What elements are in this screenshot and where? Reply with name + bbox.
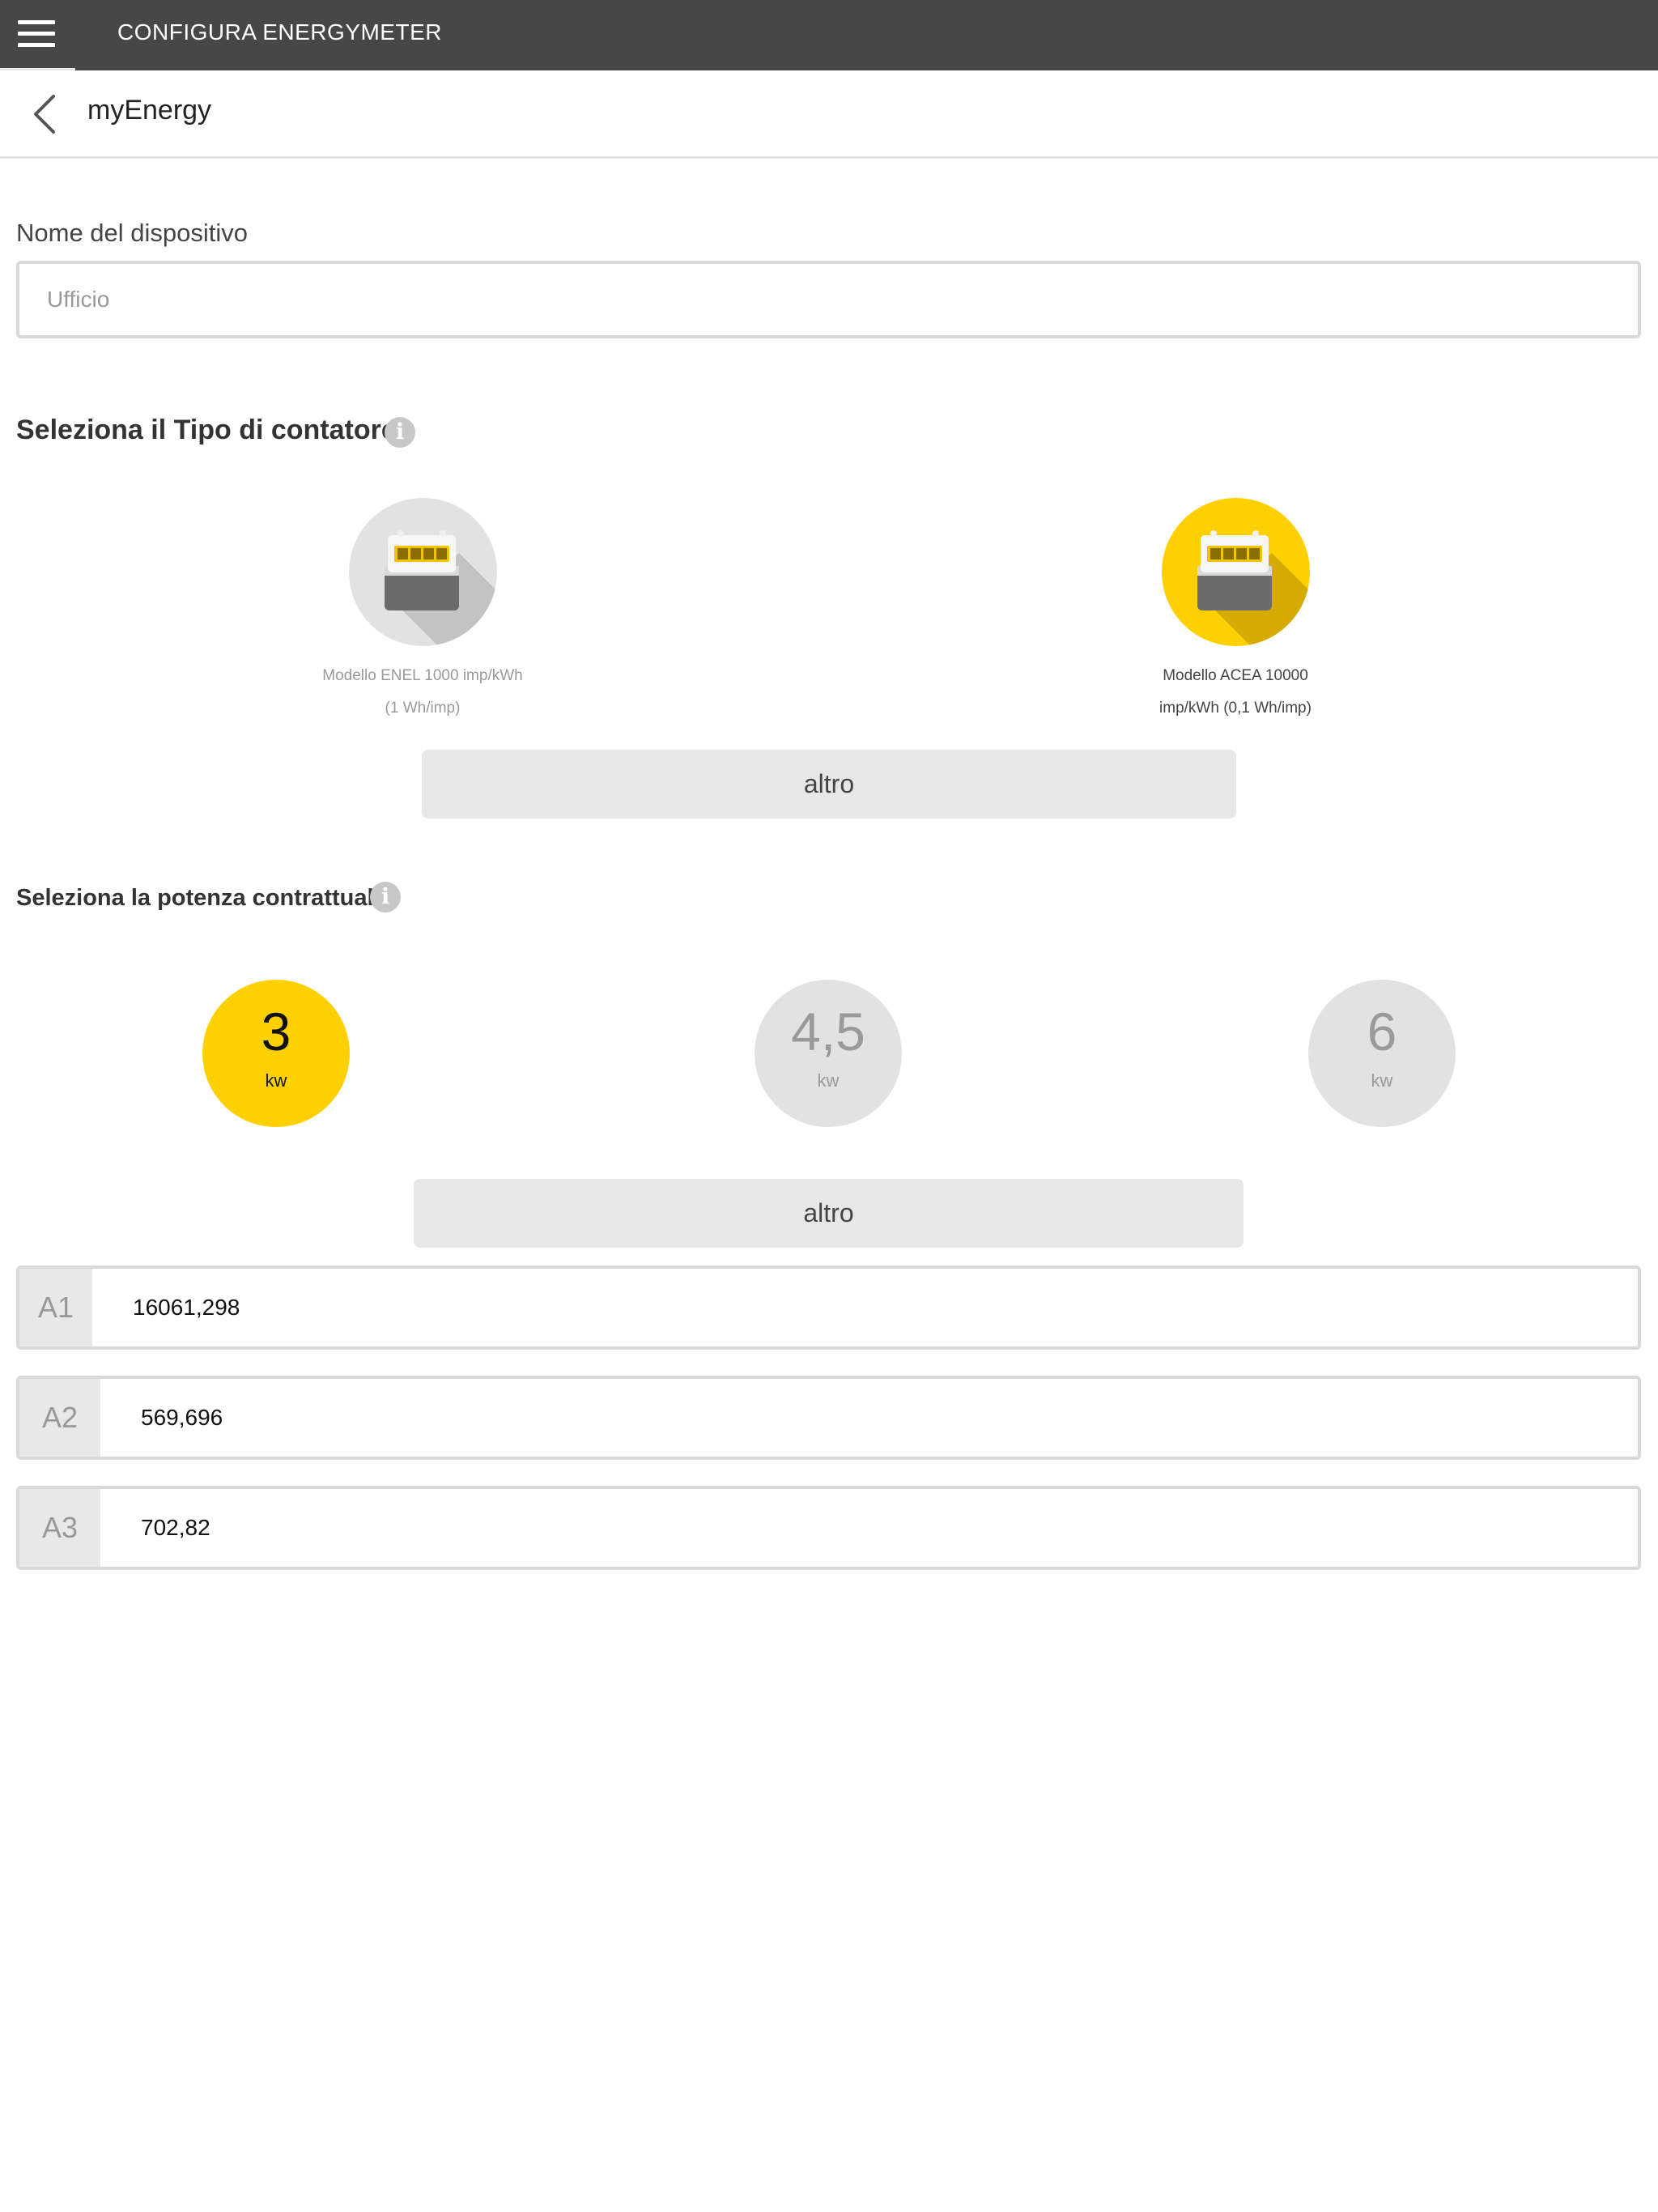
reading-value[interactable]: 16061,298 [133, 1269, 240, 1346]
meter-option-enel-line1: Modello ENEL 1000 imp/kWh [322, 667, 523, 684]
power-other-button[interactable]: altro [414, 1179, 1244, 1248]
power-option-unit: kw [1371, 1070, 1393, 1091]
reading-row-a3[interactable]: A3 702,82 [16, 1486, 1641, 1570]
gas-meter-icon [1197, 530, 1310, 646]
power-option-6kw[interactable]: 6 kw [1308, 980, 1456, 1127]
reading-row-a1[interactable]: A1 16061,298 [16, 1266, 1641, 1350]
meter-info-icon[interactable]: i [385, 417, 415, 448]
power-option-value: 3 [261, 1002, 291, 1061]
sub-header: myEnergy [0, 70, 1658, 159]
meter-option-enel[interactable] [349, 498, 497, 646]
meter-option-acea-label: Modello ACEA 10000 imp/kWh (0,1 Wh/imp) [1090, 660, 1381, 725]
power-info-icon[interactable]: i [370, 882, 401, 912]
power-option-3kw[interactable]: 3 kw [202, 980, 350, 1127]
top-app-bar: CONFIGURA ENERGYMETER [0, 0, 1658, 70]
device-name-input[interactable] [16, 261, 1641, 338]
reading-value[interactable]: 702,82 [141, 1489, 210, 1567]
meter-type-title: Seleziona il Tipo di contatore [16, 415, 397, 445]
gas-meter-icon [385, 530, 497, 646]
page-title: myEnergy [87, 95, 212, 125]
reading-row-a2[interactable]: A2 569,696 [16, 1376, 1641, 1460]
power-option-value: 4,5 [791, 1002, 865, 1061]
power-option-unit: kw [817, 1070, 840, 1091]
meter-option-acea-line2: imp/kWh (0,1 Wh/imp) [1159, 700, 1312, 717]
meter-option-enel-label: Modello ENEL 1000 imp/kWh (1 Wh/imp) [277, 660, 568, 725]
power-option-unit: kw [265, 1070, 287, 1091]
back-chevron-icon[interactable] [29, 93, 62, 135]
meter-option-acea[interactable] [1162, 498, 1310, 646]
power-option-value: 6 [1367, 1002, 1397, 1061]
reading-label: A2 [19, 1379, 100, 1457]
reading-label: A1 [19, 1269, 92, 1346]
reading-label: A3 [19, 1489, 100, 1567]
hamburger-menu-icon[interactable] [18, 18, 55, 50]
meter-other-button[interactable]: altro [422, 750, 1236, 819]
power-title: Seleziona la potenza contrattuale [16, 885, 387, 911]
reading-value[interactable]: 569,696 [141, 1379, 223, 1457]
meter-option-acea-line1: Modello ACEA 10000 [1163, 667, 1308, 684]
app-title: CONFIGURA ENERGYMETER [117, 19, 442, 45]
meter-option-enel-line2: (1 Wh/imp) [385, 700, 461, 717]
power-option-4-5kw[interactable]: 4,5 kw [755, 980, 902, 1127]
device-name-label: Nome del dispositivo [16, 219, 249, 247]
